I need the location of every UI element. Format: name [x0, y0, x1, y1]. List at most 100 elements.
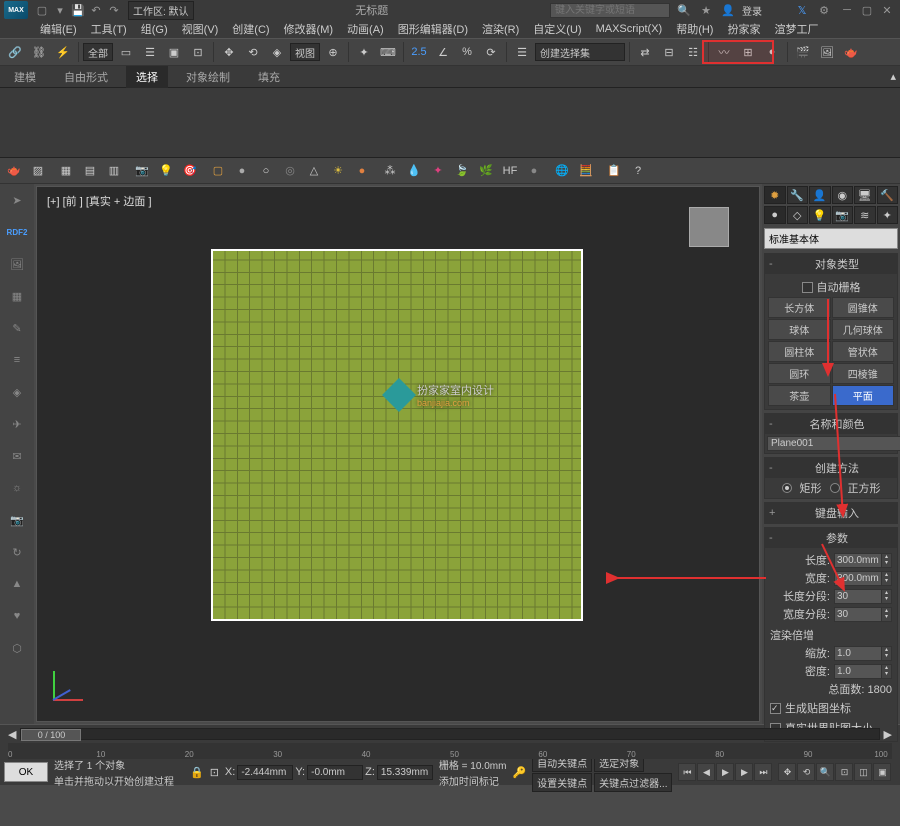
viewport[interactable]: [+] [前 ] [真实 + 边面 ] 扮家家室内设计 banjiajia.co…	[36, 186, 760, 722]
orbit-icon[interactable]: ⟲	[797, 763, 815, 781]
parameters-header[interactable]: -参数	[765, 528, 897, 548]
lt-share-icon[interactable]: ⬡	[5, 636, 29, 660]
light-icon[interactable]: 💡	[156, 161, 176, 181]
next-frame-icon[interactable]: ▶	[735, 763, 753, 781]
cameras-subtab-icon[interactable]: 📷	[832, 206, 854, 224]
menu-modifiers[interactable]: 修改器(M)	[284, 21, 334, 37]
sphere-icon[interactable]: ●	[232, 161, 252, 181]
angle-snap-icon[interactable]: ∠	[432, 41, 454, 63]
length-down-icon[interactable]: ▾	[881, 560, 891, 567]
menu-animation[interactable]: 动画(A)	[347, 21, 384, 37]
percent-snap-icon[interactable]: %	[456, 41, 478, 63]
globe-icon[interactable]: 🌐	[552, 161, 572, 181]
obj-pyramid[interactable]: 四棱锥	[832, 363, 895, 384]
lt-list-icon[interactable]: ≡	[5, 348, 29, 372]
lt-rdf-label[interactable]: RDF2	[5, 220, 29, 244]
curve-editor-icon[interactable]: 〰	[713, 41, 735, 63]
menu-grapheditor[interactable]: 图形编辑器(D)	[398, 21, 468, 37]
ext-icon[interactable]: 𝕏	[794, 2, 810, 18]
grid1-icon[interactable]: ▦	[56, 161, 76, 181]
rect-radio[interactable]	[782, 483, 792, 493]
width-input[interactable]	[835, 572, 881, 585]
tab-freeform[interactable]: 自由形式	[54, 66, 118, 88]
lt-brightness-icon[interactable]: ☼	[5, 476, 29, 500]
open-icon[interactable]: ▾	[52, 2, 68, 18]
fov-icon[interactable]: ◫	[854, 763, 872, 781]
maximize-icon[interactable]: ▢	[858, 3, 876, 17]
redo-icon[interactable]: ↷	[106, 2, 122, 18]
calc-icon[interactable]: 🧮	[576, 161, 596, 181]
menu-help[interactable]: 帮助(H)	[676, 21, 713, 37]
teapot-icon[interactable]: 🫖	[4, 161, 24, 181]
login-link[interactable]: 登录	[742, 3, 762, 18]
leaf-icon[interactable]: 🍃	[452, 161, 472, 181]
hierarchy-tab-icon[interactable]: 👤	[809, 186, 831, 204]
lt-heart-icon[interactable]: ♥	[5, 604, 29, 628]
menu-create[interactable]: 创建(C)	[232, 21, 269, 37]
link-icon[interactable]: 🔗	[4, 41, 26, 63]
render-setup-icon[interactable]: 🎬	[792, 41, 814, 63]
density-input[interactable]	[835, 665, 881, 678]
move-icon[interactable]: ✥	[218, 41, 240, 63]
tab-selection[interactable]: 选择	[126, 66, 168, 88]
pan-icon[interactable]: ✥	[778, 763, 796, 781]
density-down-icon[interactable]: ▾	[881, 671, 891, 678]
gear-icon[interactable]: ⚙	[816, 2, 832, 18]
schematic-icon[interactable]: ⊞	[737, 41, 759, 63]
obj-sphere[interactable]: 球体	[768, 319, 831, 340]
lt-camera-icon[interactable]: 📷	[5, 508, 29, 532]
select-icon[interactable]: ▭	[115, 41, 137, 63]
time-ruler[interactable]: 0 10 20 30 40 50 60 70 80 90 100	[8, 743, 892, 759]
spinner-snap-icon[interactable]: ⟳	[480, 41, 502, 63]
scale-icon[interactable]: ◈	[266, 41, 288, 63]
ribbon-collapse-icon[interactable]: ▴	[890, 70, 896, 83]
select-rect-icon[interactable]: ▣	[163, 41, 185, 63]
menu-customize[interactable]: 自定义(U)	[533, 21, 581, 37]
viewport-label[interactable]: [+] [前 ] [真实 + 边面 ]	[47, 193, 152, 209]
grid2-icon[interactable]: ▤	[80, 161, 100, 181]
pivot-icon[interactable]: ⊕	[322, 41, 344, 63]
menu-view[interactable]: 视图(V)	[182, 21, 219, 37]
menu-tools[interactable]: 工具(T)	[91, 21, 127, 37]
cylinder-icon[interactable]: ○	[256, 161, 276, 181]
modify-tab-icon[interactable]: 🔧	[787, 186, 809, 204]
search-input[interactable]	[550, 3, 670, 18]
create-tab-icon[interactable]: ✹	[764, 186, 786, 204]
menu-banjiajia[interactable]: 扮家家	[727, 21, 760, 37]
bind-icon[interactable]: ⚡	[52, 41, 74, 63]
keyboard-icon[interactable]: ⌨	[377, 41, 399, 63]
viewcube[interactable]	[689, 207, 729, 247]
obj-teapot[interactable]: 茶壶	[768, 385, 831, 406]
particles-icon[interactable]: ⁂	[380, 161, 400, 181]
lt-edit-icon[interactable]: ✎	[5, 316, 29, 340]
goto-end-icon[interactable]: ⏭	[754, 763, 772, 781]
box-icon[interactable]: ▢	[208, 161, 228, 181]
obj-cone[interactable]: 圆锥体	[832, 297, 895, 318]
timeslider-next-icon[interactable]: ▶	[884, 728, 892, 741]
snap-icon[interactable]: 2.5	[408, 41, 430, 63]
obj-plane[interactable]: 平面	[832, 385, 895, 406]
menu-group[interactable]: 组(G)	[141, 21, 168, 37]
tab-populate[interactable]: 填充	[248, 66, 290, 88]
dot-icon[interactable]: ●	[352, 161, 372, 181]
obj-tube[interactable]: 管状体	[832, 341, 895, 362]
width-down-icon[interactable]: ▾	[881, 578, 891, 585]
mirror-icon[interactable]: ⇄	[634, 41, 656, 63]
object-name-input[interactable]	[767, 436, 900, 451]
time-tag-label[interactable]: 添加时间标记	[439, 773, 507, 788]
camera-icon[interactable]: 📷	[132, 161, 152, 181]
user-icon[interactable]: 👤	[720, 2, 736, 18]
lt-mail-icon[interactable]: ✉	[5, 444, 29, 468]
lsegs-down-icon[interactable]: ▾	[881, 596, 891, 603]
minimize-icon[interactable]: ─	[838, 3, 856, 17]
manipulate-icon[interactable]: ✦	[353, 41, 375, 63]
layers-icon[interactable]: ☷	[682, 41, 704, 63]
menu-maxscript[interactable]: MAXScript(X)	[596, 23, 663, 35]
lt-image-icon[interactable]: 🖼	[5, 252, 29, 276]
x-input[interactable]	[237, 765, 293, 780]
scale-down-icon[interactable]: ▾	[881, 653, 891, 660]
tab-modeling[interactable]: 建模	[4, 66, 46, 88]
prev-frame-icon[interactable]: ◀	[697, 763, 715, 781]
lock-icon[interactable]: 🔒	[190, 766, 204, 779]
lt-gem-icon[interactable]: ◈	[5, 380, 29, 404]
